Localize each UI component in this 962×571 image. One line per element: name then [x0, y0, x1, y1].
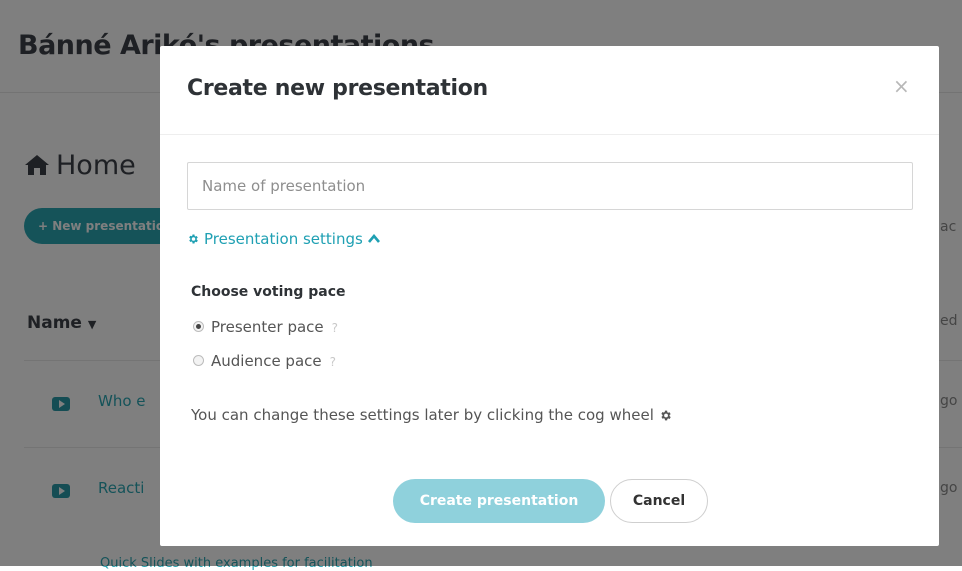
audience-pace-option[interactable]: Audience pace? — [193, 352, 336, 372]
settings-hint: You can change these settings later by c… — [191, 406, 672, 424]
close-icon[interactable]: × — [893, 76, 910, 96]
radio-icon[interactable] — [193, 355, 204, 366]
presentation-name-input[interactable] — [187, 162, 913, 210]
question-icon[interactable]: ? — [330, 355, 336, 369]
option-label: Presenter pace — [211, 318, 324, 336]
radio-icon[interactable] — [193, 321, 204, 332]
voting-pace-heading: Choose voting pace — [191, 284, 346, 300]
hint-text: You can change these settings later by c… — [191, 406, 654, 424]
dialog-divider — [160, 134, 939, 135]
create-presentation-dialog: Create new presentation × Presentation s… — [160, 46, 939, 546]
presentation-settings-toggle[interactable]: Presentation settings — [187, 230, 380, 248]
chevron-up-icon — [367, 234, 380, 243]
create-presentation-button[interactable]: Create presentation — [393, 479, 605, 523]
cog-icon — [661, 410, 671, 421]
cancel-button[interactable]: Cancel — [610, 479, 708, 523]
cog-icon — [189, 234, 198, 244]
presenter-pace-option[interactable]: Presenter pace? — [193, 318, 338, 338]
settings-link-label: Presentation settings — [204, 230, 363, 248]
option-label: Audience pace — [211, 352, 322, 370]
dialog-title: Create new presentation — [187, 76, 488, 101]
question-icon[interactable]: ? — [332, 321, 338, 335]
